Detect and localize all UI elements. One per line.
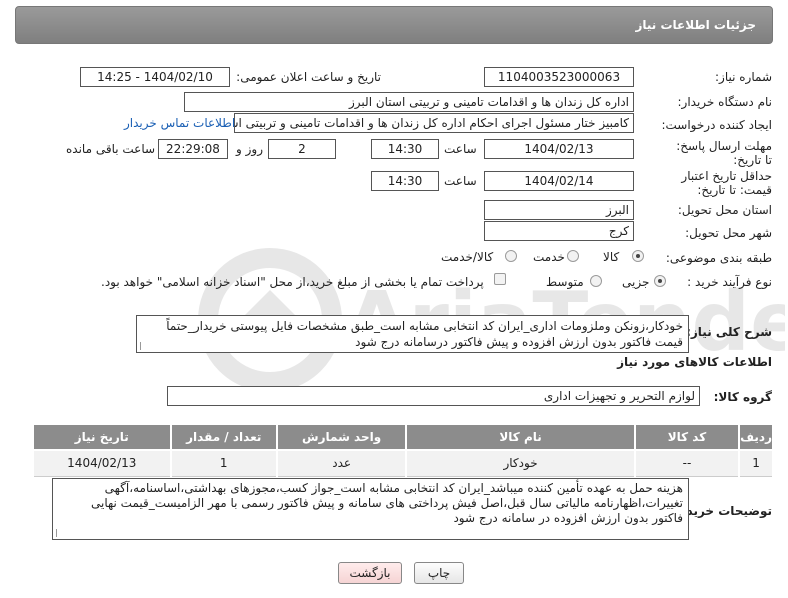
- process-label: نوع فرآیند خرید :: [687, 275, 772, 289]
- category-option-service: خدمت: [533, 250, 565, 264]
- announce-date-label: تاریخ و ساعت اعلان عمومی:: [236, 70, 381, 84]
- resize-grip-icon[interactable]: [56, 529, 64, 537]
- col-quantity: تعداد / مقدار: [169, 423, 278, 451]
- summary-field: خودکار،زونکن وملزومات اداری_ایران کد انت…: [136, 315, 689, 353]
- announce-date-field: 1404/02/10 - 14:25: [80, 67, 230, 87]
- city-label: شهر محل تحویل:: [685, 226, 772, 240]
- reply-date-field: 1404/02/13: [484, 139, 634, 159]
- cell-name: خودکار: [405, 449, 636, 477]
- buyer-contact-link[interactable]: اطلاعات تماس خریدار: [124, 116, 235, 130]
- reply-time-field: 14:30: [371, 139, 439, 159]
- price-date-field: 1404/02/14: [484, 171, 634, 191]
- requester-label: ایجاد کننده درخواست:: [661, 118, 772, 132]
- buyer-org-label: نام دستگاه خریدار:: [677, 95, 773, 109]
- cell-quantity: 1: [169, 449, 278, 477]
- buyer-org-field: اداره کل زندان ها و اقدامات تامینی و ترب…: [184, 92, 634, 112]
- print-button[interactable]: چاپ: [414, 562, 464, 584]
- payment-checkbox[interactable]: [494, 273, 506, 285]
- summary-label: شرح کلی نیاز:: [686, 325, 772, 339]
- need-number-field: 1104003523000063: [484, 67, 634, 87]
- reply-deadline-label: مهلت ارسال پاسخ: تا تاریخ:: [676, 139, 772, 167]
- process-option-medium: متوسط: [546, 275, 584, 289]
- process-option-minor: جزیی: [622, 275, 650, 289]
- reply-time-label: ساعت: [444, 142, 477, 156]
- remaining-time-label: ساعت باقی مانده: [66, 142, 156, 156]
- cell-date: 1404/02/13: [32, 449, 172, 477]
- days-label: روز و: [236, 142, 263, 156]
- process-radio-medium[interactable]: [590, 275, 602, 287]
- col-code: کد کالا: [633, 423, 741, 451]
- category-radio-goods[interactable]: [632, 250, 644, 262]
- days-field: 2: [268, 139, 336, 159]
- goods-group-label: گروه کالا:: [713, 390, 772, 404]
- category-option-goods-service: کالا/خدمت: [441, 250, 494, 264]
- category-label: طبقه بندی موضوعی:: [665, 251, 772, 265]
- cell-code: --: [633, 449, 741, 477]
- col-unit: واحد شمارش: [275, 423, 408, 451]
- summary-text: خودکار،زونکن وملزومات اداری_ایران کد انت…: [166, 319, 683, 349]
- category-radio-service[interactable]: [567, 250, 579, 262]
- col-row: ردیف: [738, 423, 774, 451]
- need-details-page: جزئیات اطلاعات نیاز AriaTender.neT شماره…: [0, 0, 788, 598]
- table-header-row: ردیف کد کالا نام کالا واحد شمارش تعداد /…: [32, 423, 774, 451]
- back-button[interactable]: بازگشت: [338, 562, 402, 584]
- cell-unit: عدد: [275, 449, 408, 477]
- category-option-goods: کالا: [603, 250, 620, 264]
- resize-grip-icon[interactable]: [140, 342, 148, 350]
- buyer-notes-field: هزینه حمل به عهده تأمین کننده میباشد_ایر…: [52, 478, 689, 540]
- table-row: 1 -- خودکار عدد 1 1404/02/13: [32, 449, 774, 477]
- goods-table: ردیف کد کالا نام کالا واحد شمارش تعداد /…: [32, 423, 774, 477]
- province-label: استان محل تحویل:: [677, 203, 772, 217]
- page-title: جزئیات اطلاعات نیاز: [635, 18, 756, 32]
- goods-info-title: اطلاعات کالاهای مورد نیاز: [617, 355, 772, 369]
- requester-field: کامبیز ختار مسئول اجرای احکام اداره کل ز…: [234, 113, 634, 133]
- price-time-field: 14:30: [371, 171, 439, 191]
- payment-note: پرداخت تمام یا بخشی از مبلغ خرید،از محل …: [101, 275, 484, 289]
- need-number-label: شماره نیاز:: [715, 70, 772, 84]
- city-field: کرج: [484, 221, 634, 241]
- col-date: تاریخ نیاز: [32, 423, 172, 451]
- remaining-time-field: 22:29:08: [158, 139, 228, 159]
- process-radio-minor[interactable]: [654, 275, 666, 287]
- price-validity-label: حداقل تاریخ اعتبار قیمت: تا تاریخ:: [681, 169, 772, 197]
- buyer-notes-text: هزینه حمل به عهده تأمین کننده میباشد_ایر…: [90, 481, 683, 525]
- col-name: نام کالا: [405, 423, 636, 451]
- province-field: البرز: [484, 200, 634, 220]
- goods-group-field: لوازم التحریر و تجهیزات اداری: [167, 386, 700, 406]
- cell-row: 1: [738, 449, 774, 477]
- category-radio-goods-service[interactable]: [505, 250, 517, 262]
- header-bar: جزئیات اطلاعات نیاز: [15, 6, 773, 44]
- price-time-label: ساعت: [444, 174, 477, 188]
